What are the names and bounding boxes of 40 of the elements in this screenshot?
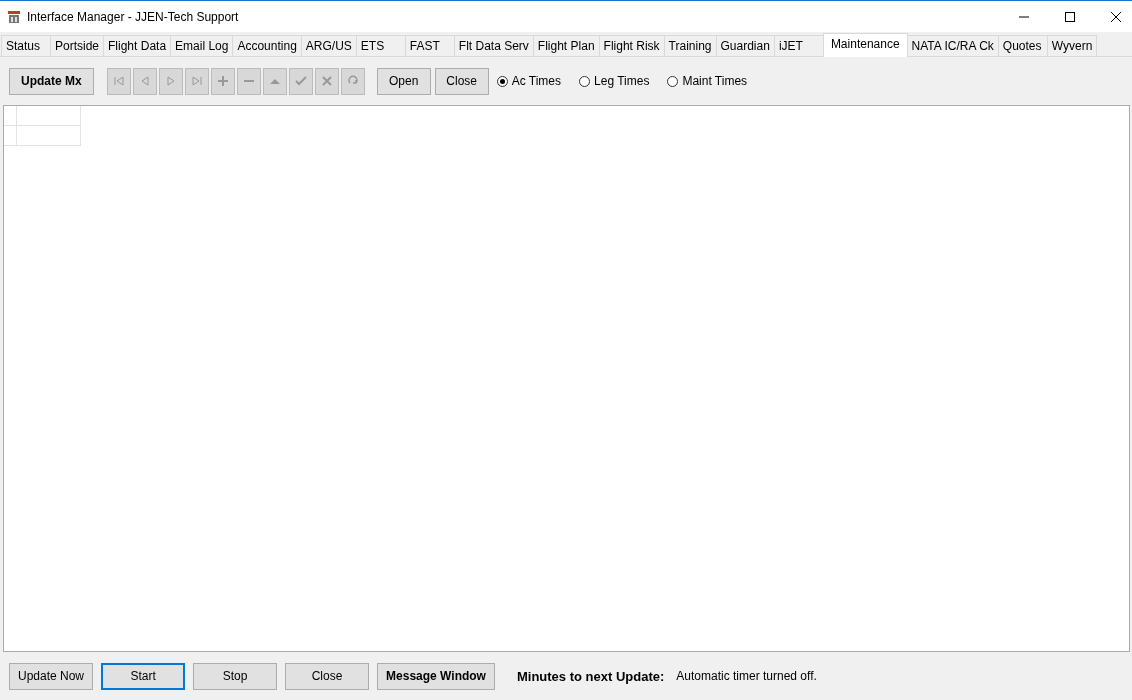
radio-button[interactable]: [496, 75, 508, 87]
radio-button[interactable]: [579, 75, 591, 87]
tab[interactable]: Training: [663, 35, 717, 56]
skip-end-icon: [190, 75, 203, 87]
close-icon[interactable]: [1110, 10, 1122, 23]
bottom-button[interactable]: Update Now: [9, 662, 94, 690]
radio-label: Leg Times: [594, 74, 650, 88]
x-icon: [320, 75, 333, 87]
tab[interactable]: Accounting: [232, 35, 302, 56]
radio-option[interactable]: Leg Times: [579, 74, 650, 88]
radio-button[interactable]: [667, 75, 679, 87]
tab[interactable]: Flight Data: [103, 35, 172, 56]
update-mx-button[interactable]: Update Mx: [9, 67, 94, 95]
radio-label: Ac Times: [511, 74, 562, 88]
bottom-button[interactable]: Start: [101, 662, 186, 690]
bottom-button[interactable]: Message Window: [377, 662, 495, 690]
radio-option[interactable]: Ac Times: [496, 74, 562, 88]
tab[interactable]: Maintenance: [822, 33, 908, 57]
bottom-button[interactable]: Close: [285, 662, 370, 690]
triangle-right-icon: [164, 75, 177, 87]
window-title: Interface Manager - JJEN-Tech Support: [27, 9, 239, 24]
tab[interactable]: Flight Risk: [598, 35, 665, 56]
tab[interactable]: Quotes: [997, 35, 1048, 56]
toolbar-button[interactable]: Close: [434, 67, 489, 95]
tab[interactable]: Flight Plan: [532, 35, 600, 56]
timer-status: Automatic timer turned off.: [676, 669, 817, 683]
checkmark-icon: [294, 75, 307, 87]
tab[interactable]: Wyvern: [1046, 35, 1098, 56]
radio-option[interactable]: Maint Times: [667, 74, 748, 88]
bottom-button[interactable]: Stop: [193, 662, 278, 690]
toolbar-button[interactable]: Open: [376, 67, 431, 95]
plus-icon: [216, 75, 229, 87]
skip-start-icon: [112, 75, 125, 87]
tab[interactable]: Status: [1, 35, 51, 56]
timer-label: Minutes to next Update:: [516, 668, 665, 684]
refresh-icon: [346, 75, 359, 87]
app-icon: [7, 9, 21, 24]
radio-label: Maint Times: [682, 74, 748, 88]
maximize-icon[interactable]: [1064, 10, 1076, 23]
tab[interactable]: Email Log: [170, 35, 234, 56]
